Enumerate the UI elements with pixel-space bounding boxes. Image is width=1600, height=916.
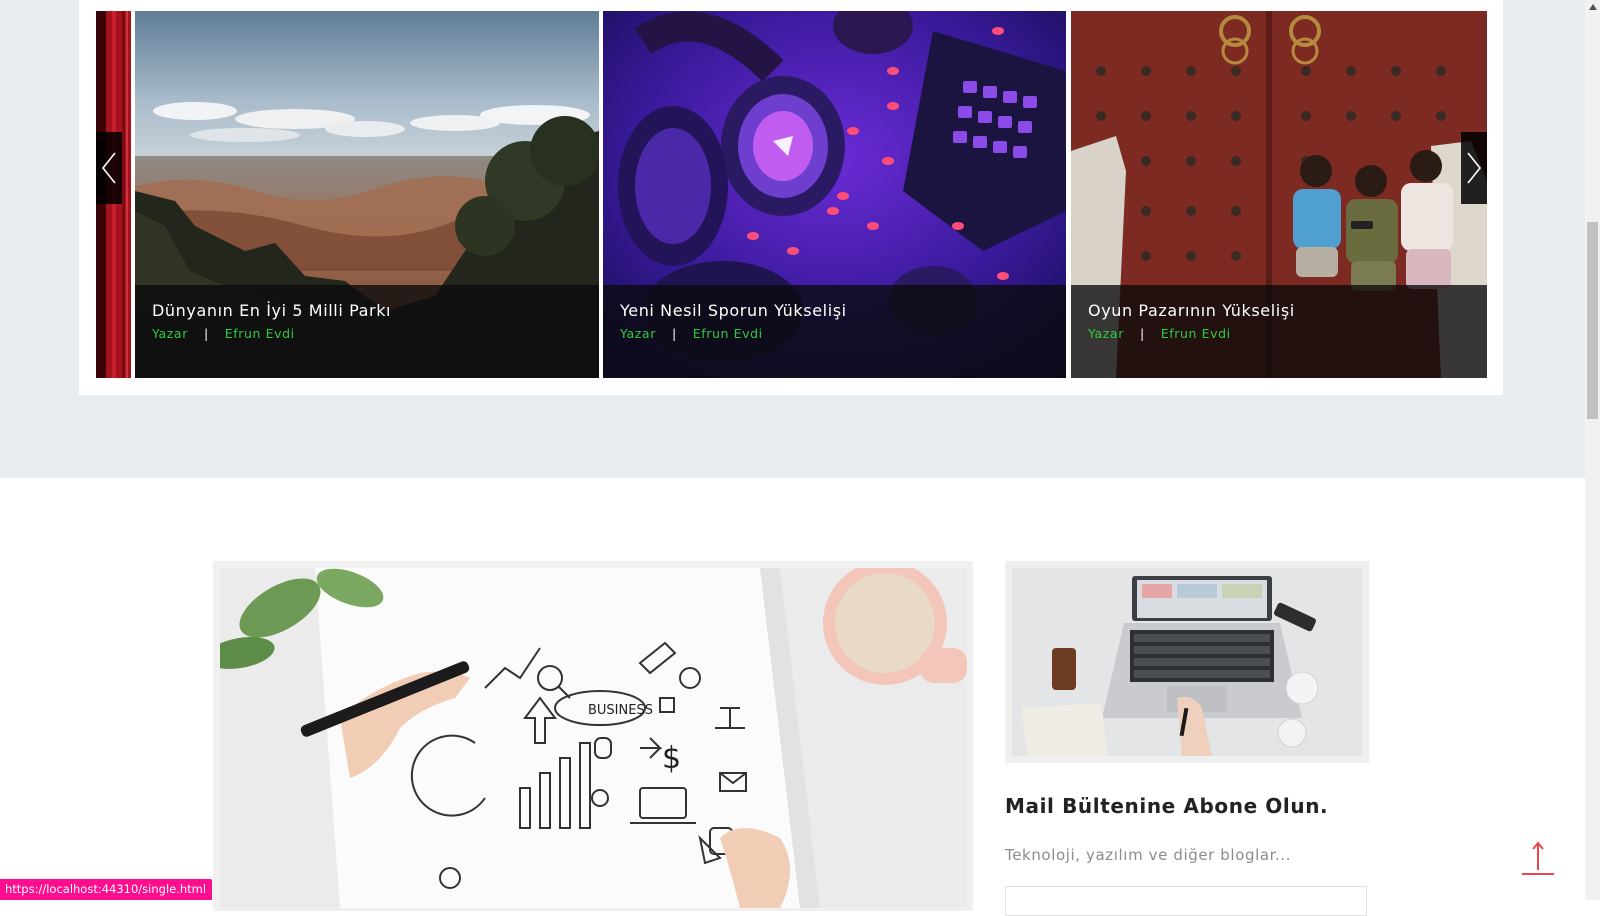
triangle-up-icon [1589, 4, 1597, 10]
slide-title[interactable]: Yeni Nesil Sporun Yükselişi [620, 301, 847, 320]
meta-separator: | [1139, 326, 1145, 341]
slide-meta: Yazar | Efrun Evdi [620, 326, 763, 341]
scrollbar-thumb[interactable] [1587, 222, 1598, 419]
slide-title[interactable]: Oyun Pazarının Yükselişi [1088, 301, 1295, 320]
slide-card[interactable]: Yeni Nesil Sporun Yükselişi Yazar | Efrun … [603, 11, 1066, 378]
newsletter-title: Mail Bültenine Abone Olun. [1005, 794, 1329, 818]
slide-card[interactable]: Dünyanın En İyi 5 Milli Parkı Yazar | Efru… [135, 11, 599, 378]
newsletter-subtitle: Teknoloji, yazılım ve diğer bloglar... [1005, 846, 1292, 864]
laptop-desk-image [1012, 568, 1362, 756]
slider-next-button[interactable] [1461, 132, 1487, 204]
slider-track: Dünyanın En İyi 5 Milli Parkı Yazar | Efru… [96, 11, 1487, 378]
chevron-right-icon [1467, 152, 1482, 184]
author-label: Yazar [1088, 326, 1124, 341]
arrow-up-icon [1522, 841, 1554, 875]
slide-caption: Dünyanın En İyi 5 Milli Parkı Yazar | Efru… [135, 285, 599, 378]
page-scrollbar[interactable] [1585, 0, 1600, 900]
back-to-top-button[interactable] [1520, 838, 1556, 878]
svg-text:$: $ [662, 741, 681, 776]
slide-card[interactable]: Oyun Pazarının Yükselişi Yazar | Efrun Evd… [1071, 11, 1487, 378]
author-label: Yazar [620, 326, 656, 341]
chevron-left-icon [101, 152, 116, 184]
meta-separator: | [671, 326, 677, 341]
author-label: Yazar [152, 326, 188, 341]
slide-caption: Yeni Nesil Sporun Yükselişi Yazar | Efrun … [603, 285, 1066, 378]
business-sketch-image: BUSINESS $ [220, 568, 967, 908]
svg-text:BUSINESS: BUSINESS [588, 703, 653, 718]
slide-caption: Oyun Pazarının Yükselişi Yazar | Efrun Evd… [1071, 285, 1487, 378]
slide-meta: Yazar | Efrun Evdi [1088, 326, 1231, 341]
status-bar-url: https://localhost:44310/single.html [0, 879, 213, 900]
author-name[interactable]: Efrun Evdi [1161, 326, 1231, 341]
author-name[interactable]: Efrun Evdi [225, 326, 295, 341]
author-name[interactable]: Efrun Evdi [693, 326, 763, 341]
featured-post-image[interactable]: BUSINESS $ [220, 568, 967, 908]
slider-prev-button[interactable] [96, 132, 122, 204]
newsletter-email-input[interactable] [1005, 886, 1367, 916]
scrollbar-up-button[interactable] [1586, 0, 1600, 14]
slide-title[interactable]: Dünyanın En İyi 5 Milli Parkı [152, 301, 391, 320]
meta-separator: | [203, 326, 209, 341]
slide-meta: Yazar | Efrun Evdi [152, 326, 295, 341]
sidebar-image [1012, 568, 1362, 756]
